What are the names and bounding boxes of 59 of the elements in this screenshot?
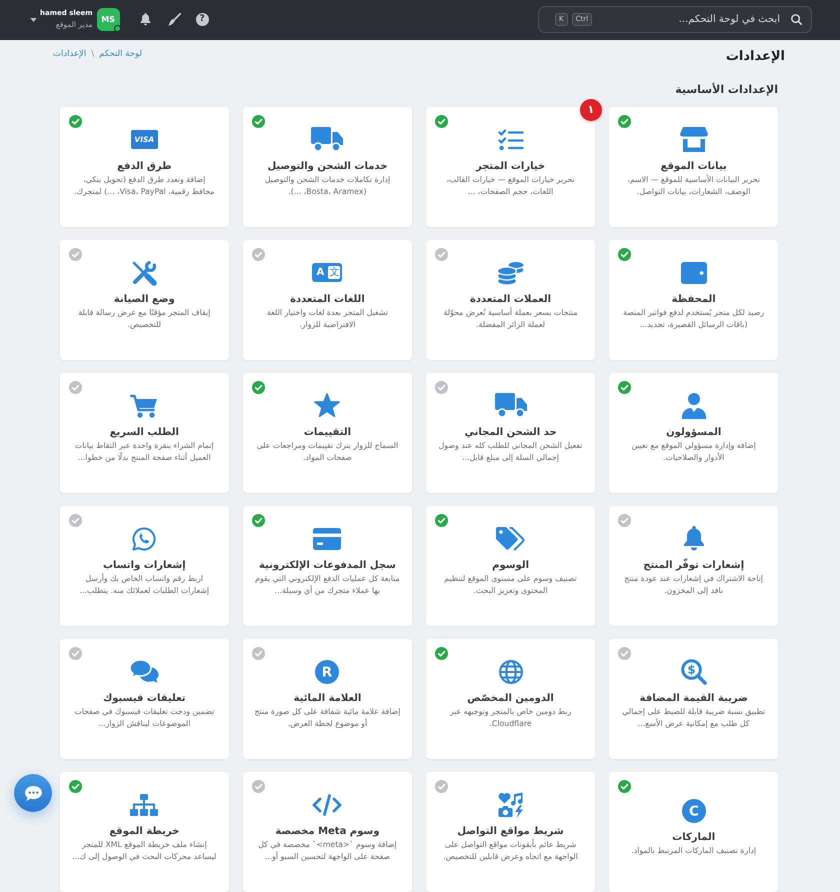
card-title: حد الشحن المجاني: [464, 426, 557, 440]
globe-icon: [498, 660, 523, 684]
card-title: التقييمات: [304, 426, 352, 440]
search-icon: [791, 14, 802, 25]
phone-bubble-icon: [132, 526, 156, 550]
copyright-icon: C: [682, 798, 706, 822]
tags-icon: [496, 526, 526, 550]
chat-button[interactable]: [14, 774, 52, 812]
card-title: الماركات: [672, 830, 716, 844]
card-title: سجل المدفوعات الإلكترونية: [258, 558, 396, 572]
card-title: خيارات المتجر: [476, 160, 546, 174]
card-title: شريط مواقع التواصل: [457, 824, 564, 838]
truck-icon: [311, 127, 344, 152]
card-title: الدومين المخصّص: [467, 692, 554, 706]
chat-bubble-icon: [24, 786, 42, 800]
card-title: العلامة المائية: [294, 692, 362, 706]
caret-icon[interactable]: [30, 18, 37, 22]
card-title: إشعارات واتساب: [102, 558, 186, 572]
card-title: الوسوم: [492, 558, 530, 572]
card-title: تعليقات فيسبوك: [103, 692, 186, 706]
card-title: بيانات الموقع: [660, 160, 727, 174]
card-title: إشعارات توفّر المنتج: [643, 558, 744, 572]
truck-icon: [494, 393, 527, 418]
card-title: ضريبة القيمة المضافة: [640, 692, 748, 706]
coins-icon: [496, 260, 525, 286]
search-input[interactable]: ابحث في لوحة التحكم...: [603, 12, 780, 28]
card-title: طرق الدفع: [117, 160, 172, 174]
star-icon: [314, 393, 340, 418]
breadcrumb-separator: \: [91, 48, 94, 61]
language-letter: A: [316, 266, 324, 278]
card-title: وضع الصيانة: [114, 292, 175, 306]
card-title: العملات المتعددة: [470, 292, 552, 306]
card-title: خدمات الشحن والتوصيل: [267, 160, 388, 174]
user-icon: [682, 392, 706, 418]
store-icon: [680, 127, 708, 152]
checklist-icon: [498, 128, 524, 150]
card-title: المحفظة: [672, 292, 716, 306]
card-title: خريطة الموقع: [109, 824, 180, 838]
page-title: الإعدادات: [726, 48, 785, 66]
credit-card-icon: [313, 528, 342, 550]
card-title: المسؤولون: [666, 426, 722, 440]
sitemap-icon: [130, 794, 158, 816]
code-icon: [312, 794, 342, 816]
help-button[interactable]: ?: [196, 13, 209, 26]
media-symbols-icon: [498, 792, 524, 818]
bell-icon: [682, 526, 705, 551]
registered-icon: R: [315, 660, 340, 684]
comments-icon: [129, 659, 160, 684]
tools-icon: [131, 260, 158, 286]
card-title: اللغات المتعددة: [290, 292, 365, 306]
cart-icon: [130, 394, 158, 418]
language-glyph: 文: [328, 266, 340, 279]
brush-icon[interactable]: [168, 13, 181, 26]
card-title: الطلب السريع: [110, 426, 179, 440]
card-title: وسوم Meta مخصصة: [275, 824, 380, 838]
wallet-icon: [680, 262, 707, 284]
bell-icon[interactable]: [140, 13, 151, 26]
notification-badge: ١: [580, 99, 602, 121]
section-title: الإعدادات الأساسية: [675, 82, 778, 98]
